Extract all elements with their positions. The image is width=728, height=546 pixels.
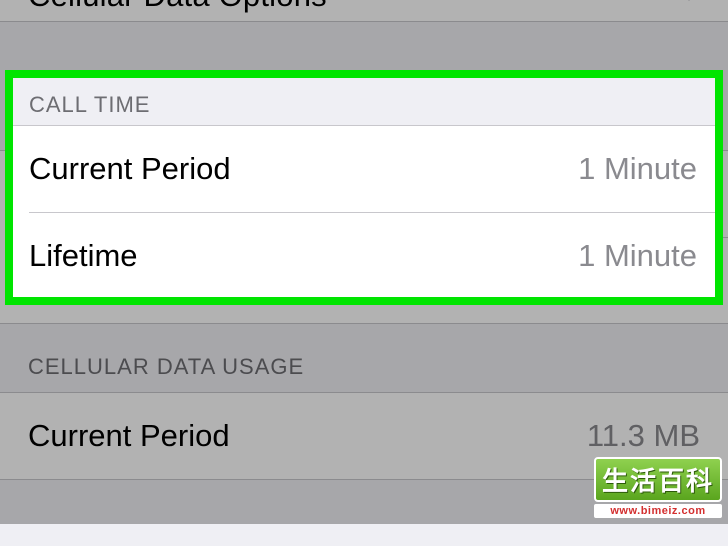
- cellular-data-usage-header: CELLULAR DATA USAGE: [0, 324, 728, 392]
- data-usage-current-period-value: 11.3 MB: [587, 418, 700, 454]
- call-time-section-header: CALL TIME: [13, 78, 715, 126]
- data-usage-current-period-label: Current Period: [28, 418, 230, 454]
- watermark-text: 生活百科: [594, 457, 722, 502]
- watermark: 生活百科 www.bimeiz.com: [594, 457, 722, 518]
- current-period-label: Current Period: [29, 151, 231, 187]
- current-period-value: 1 Minute: [578, 151, 697, 187]
- lifetime-label: Lifetime: [29, 238, 138, 274]
- chevron-right-icon: [686, 0, 702, 7]
- lifetime-row: Lifetime 1 Minute: [13, 213, 715, 299]
- watermark-url: www.bimeiz.com: [594, 504, 722, 518]
- current-period-row: Current Period 1 Minute: [13, 126, 715, 212]
- cellular-data-options-row[interactable]: Cellular Data Options: [0, 0, 728, 22]
- cellular-data-options-label: Cellular Data Options: [28, 0, 327, 14]
- lifetime-value: 1 Minute: [578, 238, 697, 274]
